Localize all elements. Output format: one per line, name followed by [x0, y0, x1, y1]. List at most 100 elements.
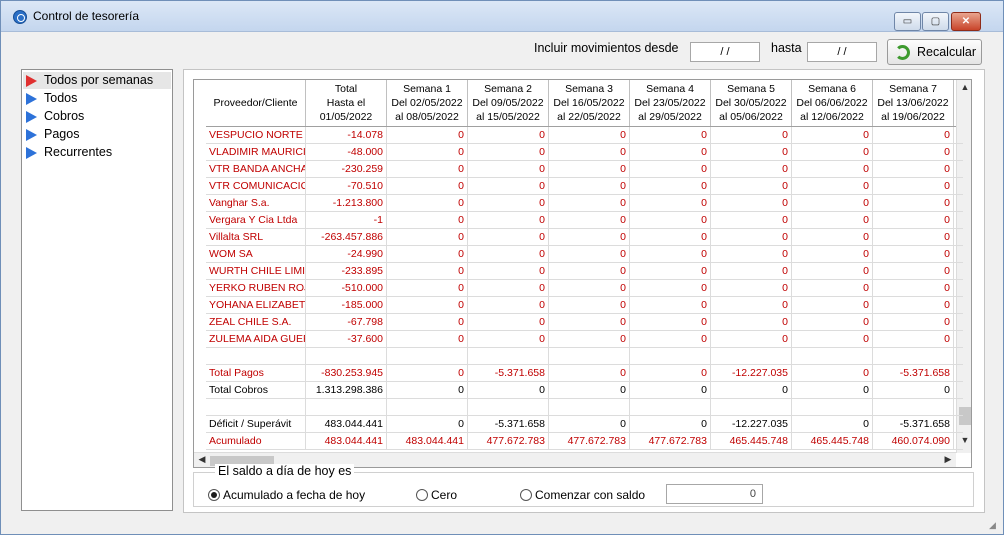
- row-value-cell[interactable]: 0: [387, 331, 468, 348]
- scroll-up-icon[interactable]: ▲: [957, 82, 971, 96]
- row-value-cell[interactable]: 0: [792, 297, 873, 314]
- row-value-cell[interactable]: 0: [873, 382, 954, 399]
- row-value-cell[interactable]: 0: [387, 127, 468, 144]
- table-row[interactable]: VLADIMIR MAURICIO -48.000 0 0 0 0 0 0 0: [206, 144, 963, 161]
- row-value-cell[interactable]: 0: [387, 365, 468, 382]
- row-value-cell[interactable]: 0: [468, 280, 549, 297]
- row-value-cell[interactable]: 0: [630, 229, 711, 246]
- row-value-cell[interactable]: 0: [711, 246, 792, 263]
- row-value-cell[interactable]: 0: [387, 297, 468, 314]
- row-name-cell[interactable]: Acumulado: [206, 433, 306, 450]
- row-value-cell[interactable]: -12.227.035: [711, 365, 792, 382]
- row-value-cell[interactable]: 0: [792, 263, 873, 280]
- table-row[interactable]: VTR BANDA ANCHA -230.259 0 0 0 0 0 0 0: [206, 161, 963, 178]
- row-value-cell[interactable]: 0: [630, 416, 711, 433]
- row-name-cell[interactable]: Total Cobros: [206, 382, 306, 399]
- row-value-cell[interactable]: -1: [306, 212, 387, 229]
- table-row[interactable]: Vanghar S.a. -1.213.800 0 0 0 0 0 0 0: [206, 195, 963, 212]
- saldo-value-input[interactable]: 0: [666, 484, 763, 504]
- row-value-cell[interactable]: [630, 348, 711, 365]
- row-value-cell[interactable]: 0: [873, 246, 954, 263]
- nav-item[interactable]: Todos: [23, 90, 171, 107]
- row-value-cell[interactable]: 0: [792, 416, 873, 433]
- table-row[interactable]: ZEAL CHILE S.A. -67.798 0 0 0 0 0 0 0: [206, 314, 963, 331]
- table-row[interactable]: Total Pagos -830.253.945 0 -5.371.658 0 0 -12.…: [206, 365, 963, 382]
- row-name-cell[interactable]: YOHANA ELIZABET: [206, 297, 306, 314]
- table-row[interactable]: Acumulado 483.044.441 483.044.441 477.672.7…: [206, 433, 963, 450]
- row-value-cell[interactable]: 0: [468, 246, 549, 263]
- row-value-cell[interactable]: 0: [873, 161, 954, 178]
- row-value-cell[interactable]: 0: [387, 263, 468, 280]
- row-value-cell[interactable]: 0: [387, 246, 468, 263]
- row-name-cell[interactable]: ZEAL CHILE S.A.: [206, 314, 306, 331]
- nav-item[interactable]: Cobros: [23, 108, 171, 125]
- row-name-cell[interactable]: Villalta SRL: [206, 229, 306, 246]
- row-value-cell[interactable]: [306, 348, 387, 365]
- row-value-cell[interactable]: 0: [711, 331, 792, 348]
- row-value-cell[interactable]: 0: [630, 178, 711, 195]
- nav-item[interactable]: Todos por semanas: [23, 72, 171, 89]
- row-name-cell[interactable]: Déficit / Superávit: [206, 416, 306, 433]
- column-header[interactable]: Semana 1 Del 02/05/2022 al 08/05/2022: [387, 80, 468, 126]
- row-value-cell[interactable]: 0: [549, 178, 630, 195]
- row-value-cell[interactable]: 477.672.783: [630, 433, 711, 450]
- row-value-cell[interactable]: [387, 348, 468, 365]
- row-value-cell[interactable]: 0: [792, 246, 873, 263]
- row-value-cell[interactable]: 0: [468, 195, 549, 212]
- row-value-cell[interactable]: 0: [549, 331, 630, 348]
- table-row[interactable]: Total Cobros 1.313.298.386 0 0 0 0 0 0 0: [206, 382, 963, 399]
- row-value-cell[interactable]: 0: [792, 161, 873, 178]
- row-value-cell[interactable]: 0: [711, 144, 792, 161]
- row-value-cell[interactable]: 0: [549, 195, 630, 212]
- table-row[interactable]: VTR COMUNICACION -70.510 0 0 0 0 0 0 0: [206, 178, 963, 195]
- row-value-cell[interactable]: 0: [630, 382, 711, 399]
- row-name-cell[interactable]: VTR BANDA ANCHA: [206, 161, 306, 178]
- table-row[interactable]: YERKO RUBEN ROJA -510.000 0 0 0 0 0 0 0: [206, 280, 963, 297]
- row-value-cell[interactable]: [711, 399, 792, 416]
- row-value-cell[interactable]: -5.371.658: [873, 416, 954, 433]
- row-value-cell[interactable]: 0: [873, 144, 954, 161]
- row-value-cell[interactable]: 0: [549, 212, 630, 229]
- row-value-cell[interactable]: -185.000: [306, 297, 387, 314]
- row-value-cell[interactable]: 0: [387, 416, 468, 433]
- table-row[interactable]: Vergara Y Cia Ltda -1 0 0 0 0 0 0 0: [206, 212, 963, 229]
- row-value-cell[interactable]: 0: [549, 229, 630, 246]
- row-value-cell[interactable]: 0: [873, 127, 954, 144]
- row-name-cell[interactable]: Vanghar S.a.: [206, 195, 306, 212]
- row-value-cell[interactable]: 0: [630, 297, 711, 314]
- column-header[interactable]: Semana 2 Del 09/05/2022 al 15/05/2022: [468, 80, 549, 126]
- row-value-cell[interactable]: 0: [630, 331, 711, 348]
- row-value-cell[interactable]: 0: [549, 127, 630, 144]
- row-value-cell[interactable]: 0: [792, 127, 873, 144]
- row-value-cell[interactable]: 0: [873, 195, 954, 212]
- row-value-cell[interactable]: 0: [630, 144, 711, 161]
- row-value-cell[interactable]: 0: [711, 161, 792, 178]
- row-value-cell[interactable]: -67.798: [306, 314, 387, 331]
- table-row[interactable]: Villalta SRL -263.457.886 0 0 0 0 0 0 0: [206, 229, 963, 246]
- row-value-cell[interactable]: -510.000: [306, 280, 387, 297]
- row-value-cell[interactable]: 0: [630, 161, 711, 178]
- row-value-cell[interactable]: 0: [387, 195, 468, 212]
- row-value-cell[interactable]: [549, 399, 630, 416]
- row-value-cell[interactable]: [468, 348, 549, 365]
- row-value-cell[interactable]: 0: [711, 263, 792, 280]
- row-value-cell[interactable]: 0: [549, 161, 630, 178]
- row-value-cell[interactable]: [306, 399, 387, 416]
- row-name-cell[interactable]: Total Pagos: [206, 365, 306, 382]
- column-header[interactable]: Proveedor/Cliente: [206, 80, 306, 126]
- date-to-input[interactable]: / /: [807, 42, 877, 62]
- row-value-cell[interactable]: 0: [792, 382, 873, 399]
- row-value-cell[interactable]: 0: [549, 416, 630, 433]
- row-value-cell[interactable]: 0: [468, 382, 549, 399]
- row-value-cell[interactable]: [792, 399, 873, 416]
- row-value-cell[interactable]: [873, 399, 954, 416]
- row-value-cell[interactable]: -14.078: [306, 127, 387, 144]
- row-value-cell[interactable]: 0: [387, 229, 468, 246]
- row-value-cell[interactable]: 0: [387, 314, 468, 331]
- row-value-cell[interactable]: -24.990: [306, 246, 387, 263]
- row-name-cell[interactable]: ZULEMA AIDA GUEF: [206, 331, 306, 348]
- row-name-cell[interactable]: VTR COMUNICACION: [206, 178, 306, 195]
- row-value-cell[interactable]: 0: [387, 178, 468, 195]
- row-value-cell[interactable]: 0: [387, 280, 468, 297]
- row-value-cell[interactable]: 0: [873, 212, 954, 229]
